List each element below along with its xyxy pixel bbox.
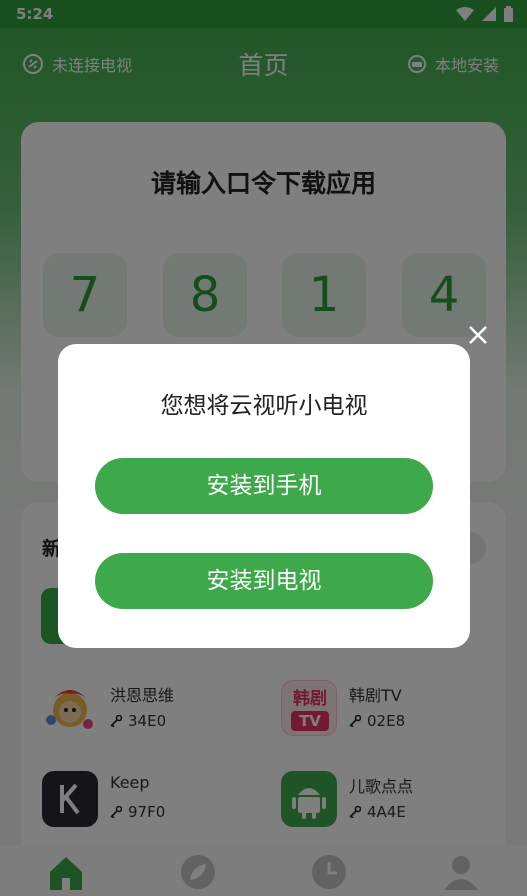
install-to-phone-button[interactable]: 安装到手机: [95, 458, 433, 514]
install-to-tv-button[interactable]: 安装到电视: [95, 553, 433, 609]
install-dialog: 您想将云视听小电视 安装到手机 安装到电视: [58, 344, 470, 648]
close-icon[interactable]: [465, 322, 491, 348]
dialog-message: 您想将云视听小电视: [160, 393, 368, 419]
